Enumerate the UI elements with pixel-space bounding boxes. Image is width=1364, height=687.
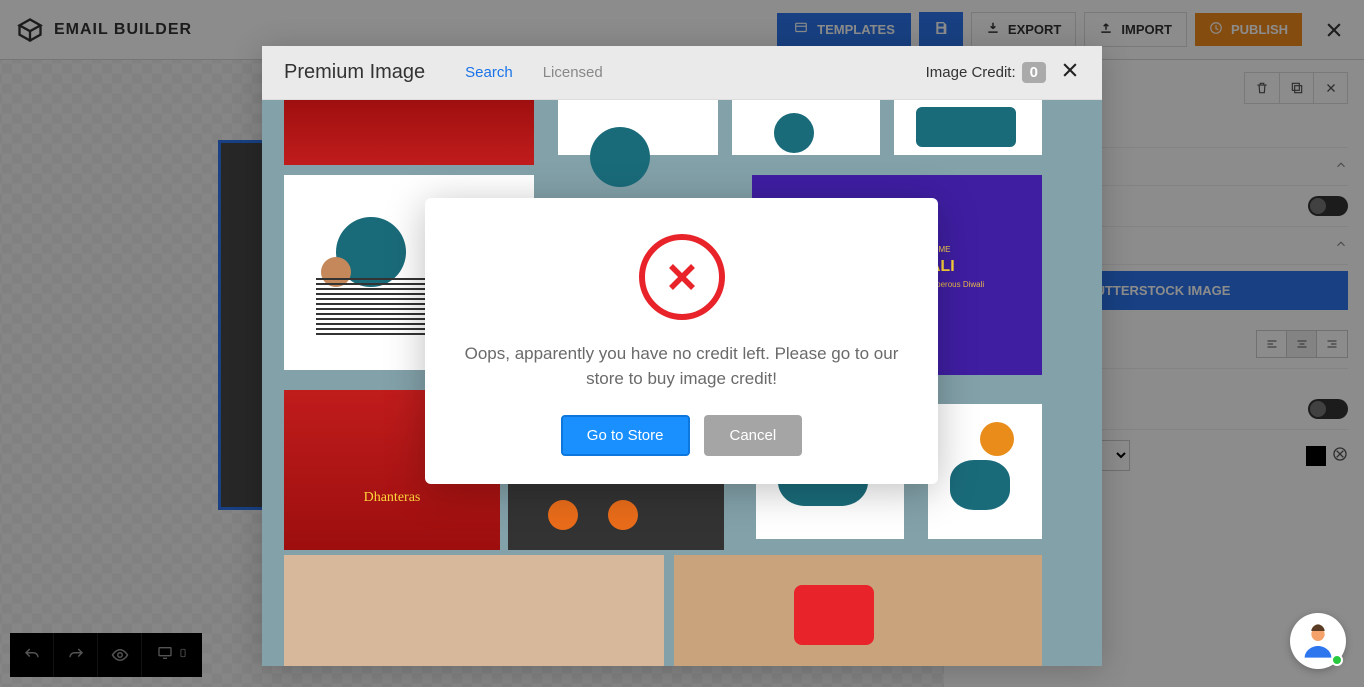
online-status-dot — [1331, 654, 1343, 666]
credit-value: 0 — [1022, 62, 1046, 83]
tab-search[interactable]: Search — [465, 64, 513, 81]
cancel-button[interactable]: Cancel — [704, 415, 803, 456]
premium-header-right: Image Credit: 0 — [926, 60, 1080, 85]
error-circle-icon — [639, 234, 725, 320]
alert-buttons: Go to Store Cancel — [463, 415, 900, 456]
close-premium-icon[interactable] — [1060, 60, 1080, 85]
premium-tabs: Search Licensed — [465, 64, 603, 81]
image-tile[interactable] — [284, 100, 534, 165]
image-credit: Image Credit: 0 — [926, 62, 1046, 83]
no-credit-alert: Oops, apparently you have no credit left… — [425, 198, 938, 484]
premium-modal-header: Premium Image Search Licensed Image Cred… — [262, 46, 1102, 100]
image-tile[interactable] — [928, 404, 1042, 539]
image-tile[interactable] — [732, 100, 880, 155]
premium-modal-title: Premium Image — [284, 61, 425, 84]
go-to-store-button[interactable]: Go to Store — [561, 415, 690, 456]
image-tile[interactable] — [284, 555, 664, 666]
image-tile[interactable] — [558, 100, 718, 155]
credit-label: Image Credit: — [926, 64, 1016, 81]
image-tile[interactable] — [894, 100, 1042, 155]
support-chat-avatar[interactable] — [1290, 613, 1346, 669]
tab-licensed[interactable]: Licensed — [543, 64, 603, 81]
image-tile[interactable] — [674, 555, 1042, 666]
alert-message: Oops, apparently you have no credit left… — [463, 342, 900, 391]
